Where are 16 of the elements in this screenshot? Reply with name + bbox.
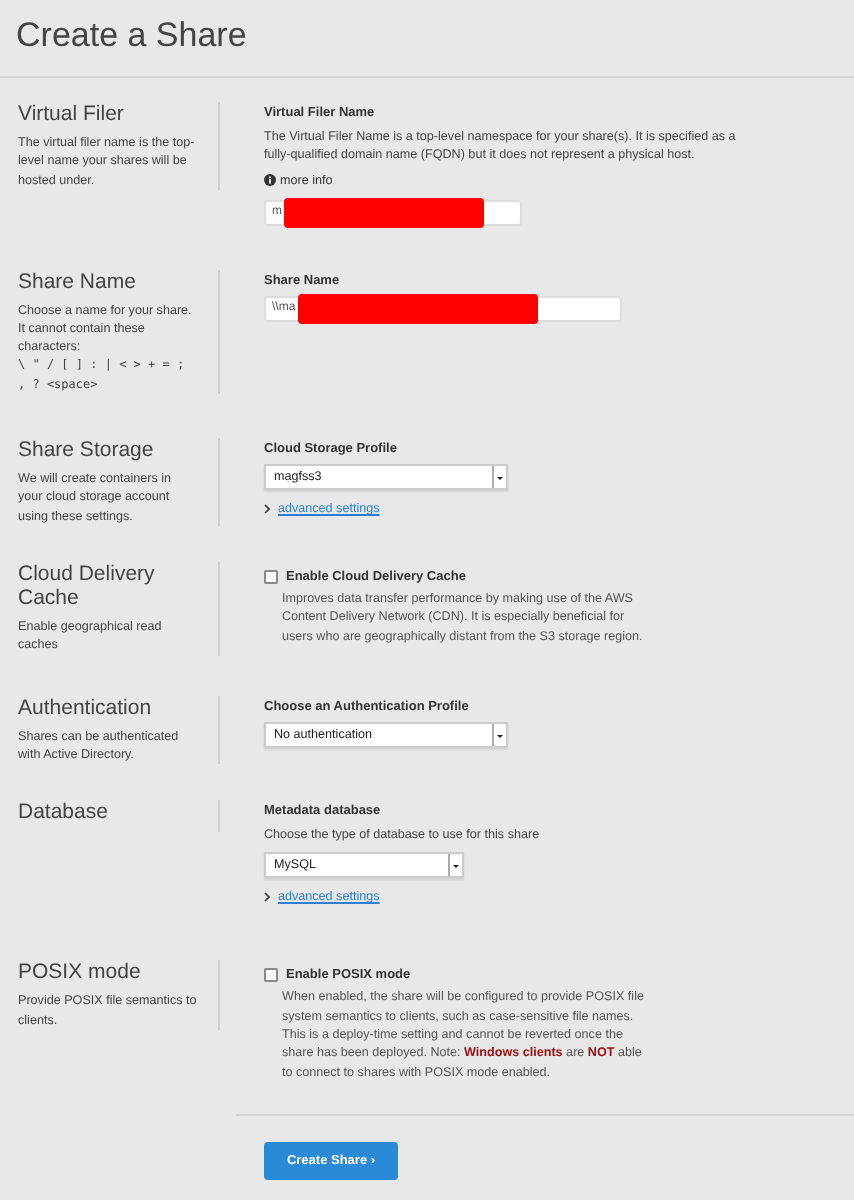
- section-title: POSIX mode: [18, 960, 143, 985]
- section-title: Virtual Filer: [18, 102, 126, 126]
- info-icon: [264, 174, 276, 187]
- dropdown-arrow-icon: [492, 466, 506, 489]
- checkbox[interactable]: [264, 569, 278, 584]
- chevron-icon: [264, 892, 270, 903]
- page-title: Create a Share: [16, 16, 249, 58]
- section-title: Database: [18, 800, 110, 825]
- section-title: Authentication: [18, 695, 154, 720]
- section-title: Share Name: [18, 269, 138, 294]
- dropdown-arrow-icon: [492, 723, 506, 746]
- section-title: Share Storage: [18, 438, 156, 463]
- dropdown-arrow-icon: [448, 854, 462, 877]
- checkbox[interactable]: [264, 968, 278, 983]
- chevron-icon: [264, 504, 270, 515]
- section-title: Cloud Delivery Cache: [18, 561, 157, 610]
